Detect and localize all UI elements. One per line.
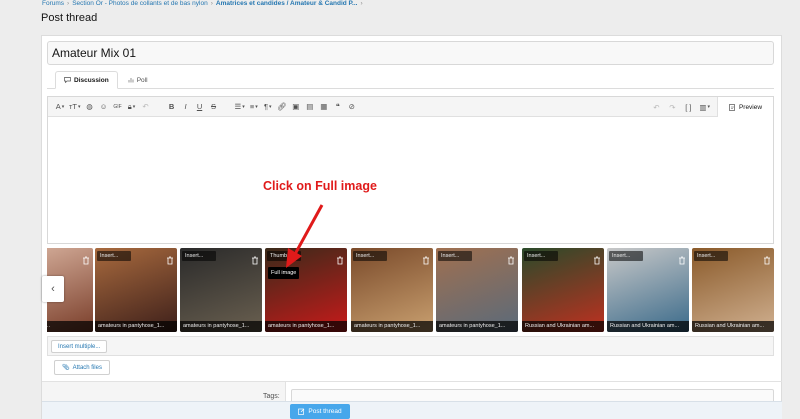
attachment-thumbnail[interactable]: Insert... Russian and Ukrainian am... bbox=[522, 248, 604, 332]
attach-files-label: Attach files bbox=[72, 364, 102, 371]
thumbnail-caption: Russian and Ukrainian am... bbox=[607, 321, 689, 332]
image-icon[interactable]: ▣ bbox=[290, 100, 302, 114]
trash-icon[interactable] bbox=[422, 252, 430, 265]
thumbnail-caption: amateurs in pantyhose_1... bbox=[265, 321, 347, 332]
color-palette-icon[interactable]: ◍ bbox=[84, 100, 96, 114]
tab-discussion[interactable]: Discussion bbox=[55, 71, 118, 89]
thumbnails-prev-button[interactable]: ‹ bbox=[42, 276, 64, 302]
spoiler-icon[interactable]: ⊘ bbox=[346, 100, 358, 114]
undo-icon[interactable]: ↶ bbox=[140, 100, 152, 114]
rich-text-editor[interactable]: A ▾ тT ▾ ◍ ☺ GIF 🔒︎ ▾ ↶ B I U S ☰ ▾ ≡ ▾ ¶ ▾ 🔗︎… bbox=[47, 96, 774, 244]
post-thread-label: Post thread bbox=[308, 408, 342, 415]
font-family-icon[interactable]: A ▾ bbox=[54, 100, 66, 114]
drafts-icon[interactable]: ▥ ▾ bbox=[698, 100, 711, 114]
attachment-thumbnail[interactable]: Insert... Russian and Ukrainian am... bbox=[607, 248, 689, 332]
lock-icon[interactable]: 🔒︎ ▾ bbox=[126, 100, 138, 114]
insert-button[interactable]: Insert... bbox=[609, 251, 643, 261]
thumbnail-caption: amateurs in pantyhose_1... bbox=[180, 321, 262, 332]
media-icon[interactable]: ▤ bbox=[304, 100, 316, 114]
tab-poll-label: Poll bbox=[136, 76, 148, 84]
bar-chart-icon bbox=[128, 78, 134, 83]
thumbnail-caption: amateurs in pantyhose_1... bbox=[95, 321, 177, 332]
breadcrumb-item-forums[interactable]: Forums bbox=[42, 0, 64, 10]
insert-button[interactable]: Insert... bbox=[97, 251, 131, 261]
font-size-icon[interactable]: тT ▾ bbox=[68, 100, 82, 114]
trash-icon[interactable] bbox=[593, 252, 601, 265]
editor-toolbar: A ▾ тT ▾ ◍ ☺ GIF 🔒︎ ▾ ↶ B I U S ☰ ▾ ≡ ▾ ¶ ▾ 🔗︎… bbox=[48, 97, 773, 117]
post-thread-page: Forums › Section Or - Photos de collants… bbox=[0, 0, 800, 419]
chevron-left-icon: ‹ bbox=[51, 283, 55, 295]
thumbnail-caption: pantyhose_0... bbox=[47, 321, 93, 332]
trash-icon[interactable] bbox=[336, 252, 344, 265]
breadcrumb-separator: › bbox=[67, 0, 70, 7]
trash-icon[interactable] bbox=[166, 252, 174, 265]
tags-label: Tags: bbox=[263, 393, 280, 400]
gallery-icon[interactable]: ▦ bbox=[318, 100, 330, 114]
paragraph-icon[interactable]: ¶ ▾ bbox=[262, 100, 274, 114]
attachment-thumbnail[interactable]: Insert... amateurs in pantyhose_1... bbox=[180, 248, 262, 332]
attach-files-button[interactable]: 📎︎ Attach files bbox=[54, 360, 110, 375]
breadcrumb-item-forum[interactable]: Amatrices et candides / Amateur & Candid… bbox=[216, 0, 358, 10]
link-icon[interactable]: 🔗︎ bbox=[276, 100, 288, 114]
tab-discussion-label: Discussion bbox=[74, 76, 109, 84]
insert-button[interactable]: Insert... bbox=[353, 251, 387, 261]
preview-icon bbox=[729, 103, 735, 111]
italic-icon[interactable]: I bbox=[180, 100, 192, 114]
edit-icon bbox=[298, 408, 305, 415]
trash-icon[interactable] bbox=[251, 252, 259, 265]
gif-icon[interactable]: GIF bbox=[112, 100, 124, 114]
insert-button[interactable]: Insert... bbox=[524, 251, 558, 261]
thread-title-input[interactable]: Amateur Mix 01 bbox=[47, 41, 774, 65]
align-icon[interactable]: ≡ ▾ bbox=[248, 100, 260, 114]
underline-icon[interactable]: U bbox=[194, 100, 206, 114]
trash-icon[interactable] bbox=[763, 252, 771, 265]
trash-icon[interactable] bbox=[678, 252, 686, 265]
thumbnail-caption: amateurs in pantyhose_1... bbox=[351, 321, 433, 332]
insert-button[interactable]: Insert... bbox=[438, 251, 472, 261]
thumbnail-caption: Russian and Ukrainian am... bbox=[522, 321, 604, 332]
toolbar-right-group: ↶ ↷ [ ] ▥ ▾ bbox=[650, 100, 713, 114]
submit-bar bbox=[42, 401, 782, 419]
trash-icon[interactable] bbox=[82, 252, 90, 265]
breadcrumb-separator: › bbox=[360, 0, 363, 7]
quote-icon[interactable]: ❝ bbox=[332, 100, 344, 114]
redo-icon[interactable]: ↷ bbox=[666, 100, 678, 114]
page-title: Post thread bbox=[41, 12, 98, 24]
insert-multiple-button[interactable]: Insert multiple... bbox=[51, 340, 108, 353]
attachment-thumbnail[interactable]: Insert... Russian and Ukrainian am... bbox=[692, 248, 774, 332]
emoji-icon[interactable]: ☺ bbox=[98, 100, 110, 114]
preview-label: Preview bbox=[738, 103, 763, 111]
preview-button[interactable]: Preview bbox=[717, 97, 773, 117]
list-icon[interactable]: ☰ ▾ bbox=[234, 100, 246, 114]
trash-icon[interactable] bbox=[507, 252, 515, 265]
breadcrumb-separator: › bbox=[210, 0, 213, 7]
tab-poll[interactable]: Poll bbox=[120, 71, 156, 89]
attachment-thumbnail[interactable]: Insert... amateurs in pantyhose_1... bbox=[95, 248, 177, 332]
attachment-thumbnail[interactable]: Insert... amateurs in pantyhose_1... bbox=[436, 248, 518, 332]
insert-bar: Insert multiple... bbox=[47, 336, 774, 356]
undo-icon[interactable]: ↶ bbox=[650, 100, 662, 114]
breadcrumb-item-section[interactable]: Section Or - Photos de collants et de ba… bbox=[72, 0, 208, 10]
post-thread-button[interactable]: Post thread bbox=[290, 404, 350, 419]
insert-button[interactable]: Insert... bbox=[694, 251, 728, 261]
bbcode-icon[interactable]: [ ] bbox=[682, 100, 694, 114]
editor-tabs: Discussion Poll bbox=[47, 71, 774, 89]
attachment-thumbnails: pantyhose_0... Insert... amateurs in panty… bbox=[47, 248, 774, 332]
insert-button[interactable]: Insert... bbox=[182, 251, 216, 261]
annotation-text: Click on Full image bbox=[263, 179, 377, 193]
chat-icon bbox=[64, 77, 71, 83]
paperclip-icon: 📎︎ bbox=[62, 365, 70, 371]
bold-icon[interactable]: B bbox=[166, 100, 178, 114]
thumbnail-caption: amateurs in pantyhose_1... bbox=[436, 321, 518, 332]
attachment-thumbnail[interactable]: Insert... amateurs in pantyhose_1... bbox=[351, 248, 433, 332]
annotation-arrow-icon bbox=[286, 204, 324, 268]
strikethrough-icon[interactable]: S bbox=[208, 100, 220, 114]
thumbnail-caption: Russian and Ukrainian am... bbox=[692, 321, 774, 332]
breadcrumb: Forums › Section Or - Photos de collants… bbox=[42, 0, 782, 10]
